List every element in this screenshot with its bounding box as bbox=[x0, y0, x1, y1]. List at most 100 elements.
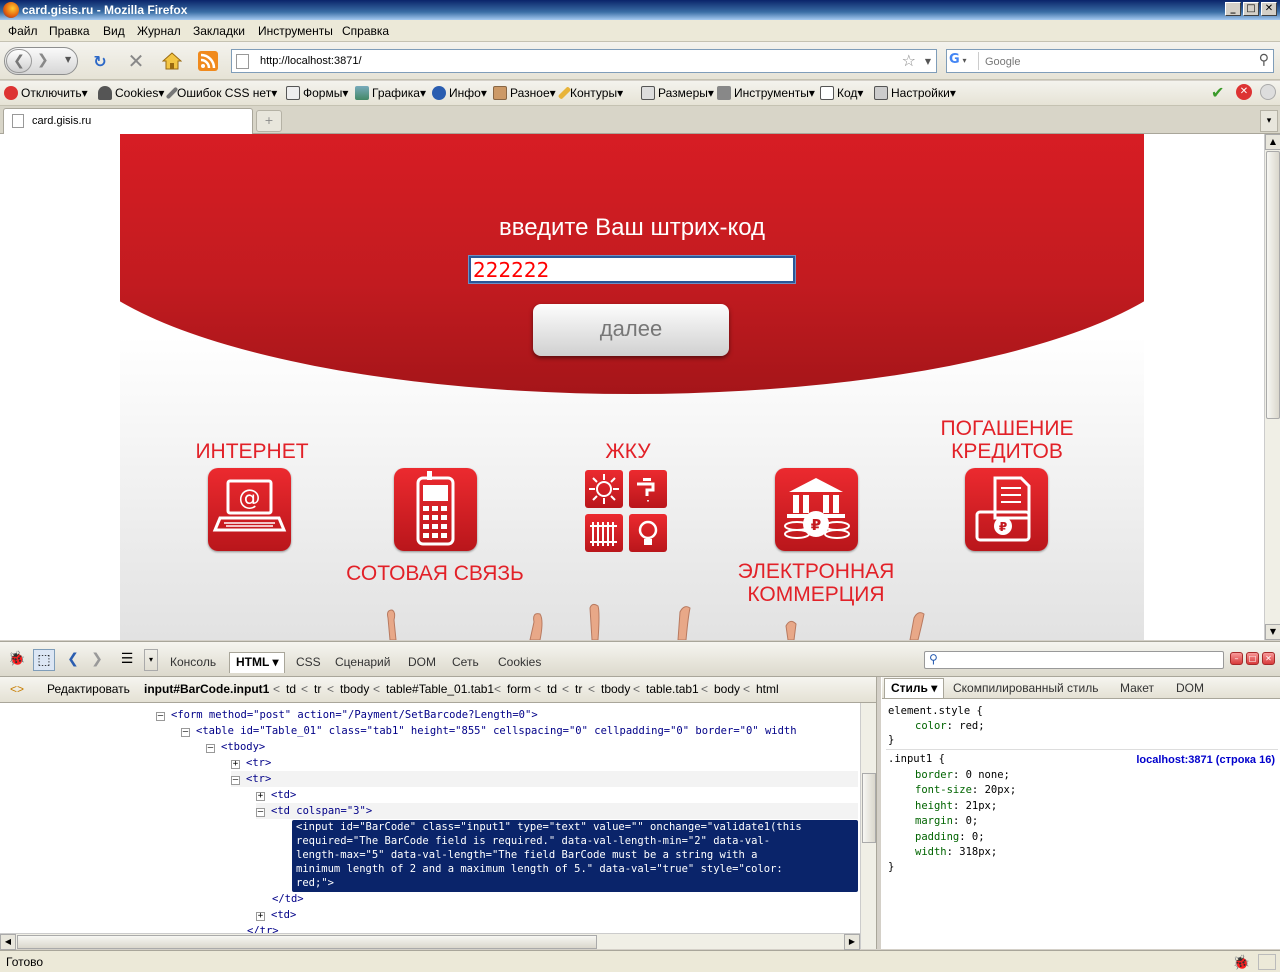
tree-row-td-colspan[interactable]: – <td colspan="3"> bbox=[256, 803, 858, 819]
html-hscroll-thumb[interactable] bbox=[17, 935, 597, 949]
style-prop-row[interactable]: width: 318px; bbox=[915, 846, 997, 858]
scroll-down-arrow-icon[interactable]: ▼ bbox=[1265, 624, 1280, 640]
side-tab-dom[interactable]: DOM bbox=[1176, 681, 1204, 695]
credit-service-button[interactable]: ₽ bbox=[965, 468, 1048, 551]
style-prop-row[interactable]: margin: 0; bbox=[915, 815, 978, 827]
page-scroll-thumb[interactable] bbox=[1266, 151, 1280, 419]
menu-help[interactable]: Справка bbox=[342, 24, 389, 38]
menu-file[interactable]: Файл bbox=[8, 24, 38, 38]
style-prop-row[interactable]: height: 21px; bbox=[915, 800, 997, 812]
firebug-bug-icon[interactable]: 🐞 bbox=[6, 649, 28, 671]
collapse-icon[interactable]: – bbox=[181, 728, 190, 737]
html-source-icon[interactable]: <> bbox=[10, 682, 24, 696]
side-tab-layout[interactable]: Макет bbox=[1120, 681, 1154, 695]
forward-arrow-icon[interactable]: ❯ bbox=[86, 649, 108, 671]
side-tab-style[interactable]: Стиль ▾ bbox=[884, 678, 945, 698]
tree-row-table[interactable]: – <table id="Table_01" class="tab1" heigh… bbox=[181, 723, 797, 739]
wd-forms-menu[interactable]: Формы▾ bbox=[286, 86, 348, 100]
firebug-detach-icon[interactable]: □ bbox=[1246, 652, 1259, 665]
tab-card-gisis[interactable]: card.gisis.ru bbox=[3, 108, 253, 134]
crumb-table-tab1[interactable]: table.tab1 bbox=[646, 682, 699, 696]
tree-row-tr-1[interactable]: + <tr> bbox=[231, 755, 271, 771]
style-prop-row[interactable]: font-size: 20px; bbox=[915, 784, 1016, 796]
tree-row-tr-close[interactable]: </tr> bbox=[247, 923, 279, 933]
menu-bookmarks[interactable]: Закладки bbox=[193, 24, 245, 38]
html-vertical-scrollbar[interactable] bbox=[860, 703, 876, 949]
style-prop-row[interactable]: border: 0 none; bbox=[915, 769, 1010, 781]
wd-info-menu[interactable]: Инфо▾ bbox=[432, 86, 487, 100]
wd-options-menu[interactable]: Настройки▾ bbox=[874, 86, 956, 100]
edit-button[interactable]: Редактировать bbox=[47, 682, 130, 696]
wd-css-errors[interactable]: Ошибок CSS нет▾ bbox=[165, 86, 277, 100]
crumb-table-01[interactable]: table#Table_01.tab1 bbox=[386, 682, 494, 696]
tree-row-td-3[interactable]: + <td> bbox=[256, 907, 296, 923]
rule-source-link[interactable]: localhost:3871 (строка 16) bbox=[1136, 754, 1275, 766]
crumb-current[interactable]: input#BarCode.input1 bbox=[144, 682, 269, 696]
firebug-search-input[interactable]: ⚲ bbox=[924, 651, 1224, 669]
menu-tools[interactable]: Инструменты bbox=[258, 24, 333, 38]
next-button[interactable]: далее bbox=[533, 304, 729, 356]
maximize-button[interactable]: □ bbox=[1243, 2, 1259, 16]
collapse-icon[interactable]: – bbox=[206, 744, 215, 753]
forward-button[interactable]: ❯ bbox=[37, 52, 49, 68]
fb-tab-script[interactable]: Сценарий bbox=[335, 655, 390, 669]
wd-resize-menu[interactable]: Размеры▾ bbox=[641, 86, 714, 100]
ecommerce-service-button[interactable]: ₽ bbox=[775, 468, 858, 551]
fb-tab-console[interactable]: Консоль bbox=[170, 655, 216, 669]
crumb-form[interactable]: form bbox=[507, 682, 531, 696]
tree-row-tbody[interactable]: – <tbody> bbox=[206, 739, 265, 755]
crumb-tbody[interactable]: tbody bbox=[340, 682, 369, 696]
expand-icon[interactable]: + bbox=[256, 912, 265, 921]
fb-tab-html[interactable]: HTML ▾ bbox=[229, 652, 286, 673]
collapse-icon[interactable]: – bbox=[156, 712, 165, 721]
back-button[interactable]: ❮ bbox=[6, 49, 32, 73]
firebug-status-icon[interactable]: 🐞 bbox=[1233, 954, 1250, 971]
errors-icon[interactable]: ✕ bbox=[1236, 84, 1252, 100]
panel-menu-icon[interactable]: ☰ bbox=[116, 649, 138, 671]
rss-icon[interactable] bbox=[196, 47, 220, 75]
bookmark-star-icon[interactable]: ☆ bbox=[902, 51, 916, 70]
tab-list-button[interactable]: ▾ bbox=[1260, 110, 1278, 132]
style-prop-row[interactable]: color: red; bbox=[915, 720, 985, 732]
scroll-up-arrow-icon[interactable]: ▲ bbox=[1265, 134, 1280, 150]
url-text[interactable]: http://localhost:3871/ bbox=[260, 55, 362, 67]
back-arrow-icon[interactable]: ❮ bbox=[62, 649, 84, 671]
new-tab-button[interactable]: + bbox=[256, 110, 282, 132]
mobile-service-button[interactable] bbox=[394, 468, 477, 551]
crumb-td-2[interactable]: td bbox=[547, 682, 557, 696]
fb-tab-net[interactable]: Сеть bbox=[452, 655, 479, 669]
wd-misc-menu[interactable]: Разное▾ bbox=[493, 86, 556, 100]
page-vertical-scrollbar[interactable]: ▲ ▼ bbox=[1264, 134, 1280, 640]
fb-tab-cookies[interactable]: Cookies bbox=[498, 655, 541, 669]
barcode-field[interactable] bbox=[468, 255, 796, 284]
crumb-tbody-2[interactable]: tbody bbox=[601, 682, 630, 696]
tree-row-td-close[interactable]: </td> bbox=[272, 891, 304, 907]
status-circle-icon[interactable] bbox=[1260, 84, 1276, 100]
home-icon[interactable] bbox=[160, 47, 184, 75]
tree-row-td-1[interactable]: + <td> bbox=[256, 787, 296, 803]
side-tab-computed[interactable]: Скомпилированный стиль bbox=[953, 681, 1099, 695]
reload-icon[interactable]: ↻ bbox=[88, 47, 112, 75]
wd-outline-menu[interactable]: Контуры▾ bbox=[557, 86, 623, 100]
collapse-icon[interactable]: – bbox=[231, 776, 240, 785]
crumb-tr-2[interactable]: tr bbox=[575, 682, 582, 696]
wd-cookies-menu[interactable]: Cookies▾ bbox=[98, 86, 164, 100]
wd-tools-menu[interactable]: Инструменты▾ bbox=[717, 86, 815, 100]
firebug-close-icon[interactable]: ✕ bbox=[1262, 652, 1275, 665]
light-tile[interactable] bbox=[629, 514, 667, 552]
tree-row-tr-2[interactable]: – <tr> bbox=[231, 771, 858, 787]
html-vscroll-thumb[interactable] bbox=[862, 773, 876, 843]
crumb-html[interactable]: html bbox=[756, 682, 779, 696]
menu-edit[interactable]: Правка bbox=[49, 24, 90, 38]
crumb-td[interactable]: td bbox=[286, 682, 296, 696]
expand-icon[interactable]: + bbox=[231, 760, 240, 769]
crumb-tr[interactable]: tr bbox=[314, 682, 321, 696]
menu-view[interactable]: Вид bbox=[103, 24, 125, 38]
heating-tile[interactable] bbox=[585, 514, 623, 552]
collapse-icon[interactable]: – bbox=[256, 808, 265, 817]
html-horizontal-scrollbar[interactable]: ◀ ▶ bbox=[0, 933, 860, 950]
water-tile[interactable] bbox=[629, 470, 667, 508]
style-prop-row[interactable]: padding: 0; bbox=[915, 831, 985, 843]
panel-dropdown-icon[interactable]: ▾ bbox=[144, 649, 158, 671]
search-bar[interactable]: G ▾ Google ⚲ bbox=[946, 49, 1274, 73]
